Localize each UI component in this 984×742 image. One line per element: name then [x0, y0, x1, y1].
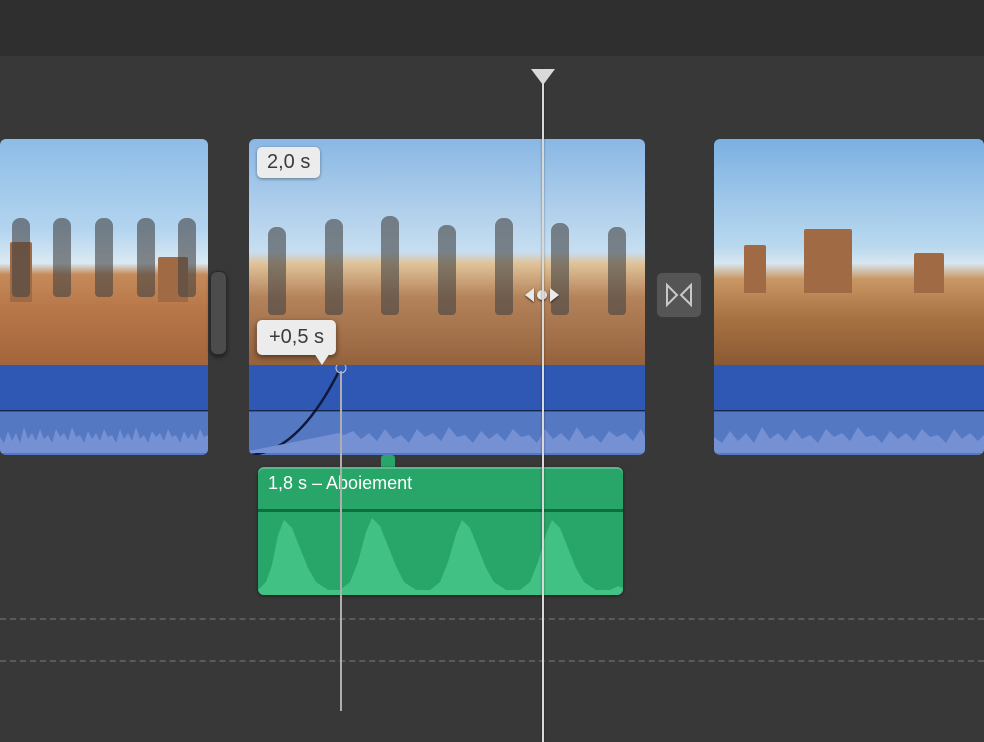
clip-audio-waveform[interactable] — [249, 365, 645, 455]
audio-clip-label: 1,8 s – Aboiement — [268, 473, 412, 494]
clip-audio-waveform[interactable] — [714, 365, 984, 455]
timeline[interactable]: 2,0 s 1,8 s — [0, 56, 984, 742]
timeline-toolbar — [0, 0, 984, 56]
track-guide-line — [0, 660, 984, 662]
track-guide-line — [0, 618, 984, 620]
transition-icon[interactable] — [656, 272, 702, 318]
video-clip-1[interactable] — [0, 139, 208, 455]
clip-edge-handle[interactable] — [210, 271, 227, 355]
clip-duration-badge: 2,0 s — [257, 147, 320, 178]
video-clip-2[interactable]: 2,0 s — [249, 139, 645, 455]
skimmer-handle[interactable] — [523, 285, 561, 305]
fade-in-handle[interactable] — [336, 365, 347, 374]
fade-offset-tooltip: +0,5 s — [257, 320, 336, 355]
clip-audio-waveform[interactable] — [0, 365, 208, 455]
secondary-audio-clip[interactable]: 1,8 s – Aboiement — [258, 467, 623, 595]
audio-waveform — [258, 510, 623, 595]
clip-thumbnail — [0, 139, 208, 365]
clip-thumbnail — [714, 139, 984, 365]
crossfade-icon — [665, 281, 693, 309]
video-clip-3[interactable] — [714, 139, 984, 455]
